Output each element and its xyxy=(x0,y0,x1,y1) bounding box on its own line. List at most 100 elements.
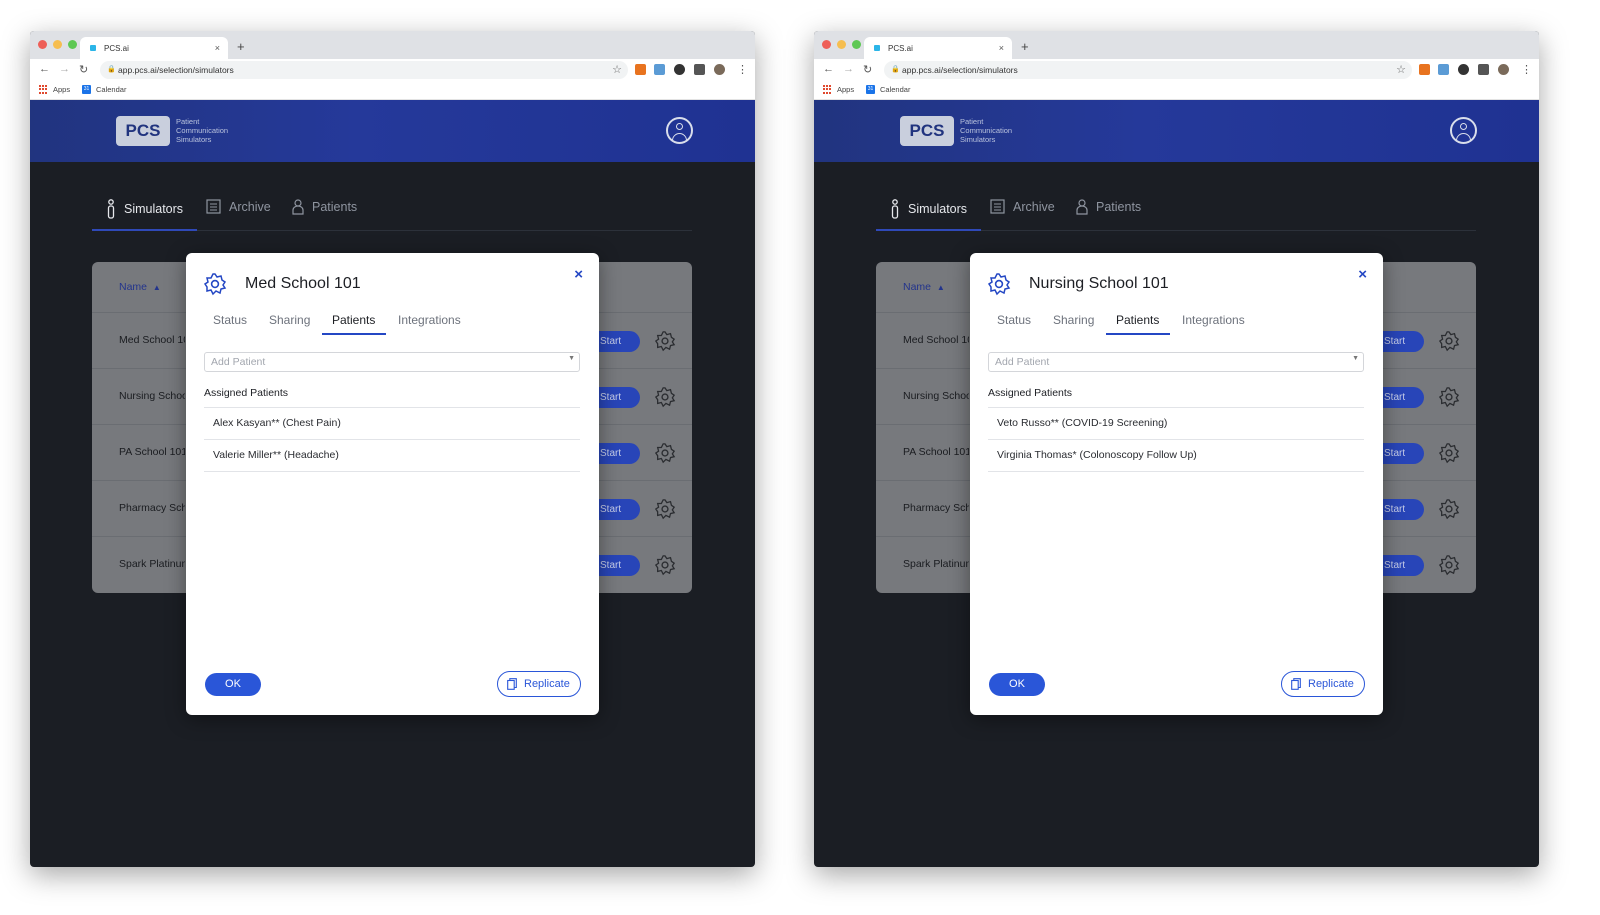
replicate-button[interactable]: Replicate xyxy=(1281,671,1365,697)
more-menu-icon[interactable]: ⋮ xyxy=(1521,63,1532,76)
profile-avatar[interactable] xyxy=(714,64,725,75)
new-tab-icon[interactable]: + xyxy=(1021,39,1029,54)
address-bar[interactable]: 🔒 app.pcs.ai/selection/simulators ☆ xyxy=(884,61,1412,79)
gear-icon[interactable] xyxy=(1438,442,1460,464)
bookmark-star-icon[interactable]: ☆ xyxy=(1396,63,1406,76)
browser-window-left: PCS.ai × + ← → ↻ 🔒 app.pcs.ai/selection/… xyxy=(30,31,755,867)
new-tab-icon[interactable]: + xyxy=(237,39,245,54)
forward-icon[interactable]: → xyxy=(843,63,854,75)
browser-tab-title: PCS.ai xyxy=(888,44,913,53)
tab-close-icon[interactable]: × xyxy=(999,43,1004,53)
person-icon xyxy=(891,199,899,219)
profile-avatar[interactable] xyxy=(1498,64,1509,75)
dropdown-caret-icon: ▼ xyxy=(568,355,575,362)
maximize-window-icon[interactable] xyxy=(852,40,861,49)
tab-integrations[interactable]: Integrations xyxy=(398,313,461,327)
dropdown-caret-icon: ▼ xyxy=(1352,355,1359,362)
extension-icon[interactable] xyxy=(635,64,646,75)
column-header-name[interactable]: Name ▲ xyxy=(903,281,945,293)
browser-tab[interactable]: PCS.ai × xyxy=(80,37,228,59)
tab-status[interactable]: Status xyxy=(213,313,247,327)
list-item[interactable]: Valerie Miller** (Headache) xyxy=(204,440,580,472)
minimize-window-icon[interactable] xyxy=(837,40,846,49)
tab-patients[interactable]: Patients xyxy=(332,313,375,327)
tab-close-icon[interactable]: × xyxy=(215,43,220,53)
pcs-logo[interactable]: PCS xyxy=(900,116,954,146)
nav-archive[interactable]: Archive xyxy=(206,199,271,214)
gear-icon[interactable] xyxy=(654,442,676,464)
bookmark-calendar[interactable]: 31 Calendar xyxy=(866,85,910,94)
bookmark-label: Apps xyxy=(837,85,855,94)
window-controls xyxy=(822,40,861,49)
bookmark-apps[interactable]: Apps xyxy=(823,85,854,94)
extension-icon[interactable] xyxy=(1438,64,1449,75)
ok-button[interactable]: OK xyxy=(205,673,261,696)
list-item[interactable]: Virginia Thomas* (Colonoscopy Follow Up) xyxy=(988,440,1364,472)
reload-icon[interactable]: ↻ xyxy=(863,63,872,76)
nav-patients[interactable]: Patients xyxy=(1076,199,1141,215)
account-icon[interactable] xyxy=(1450,117,1477,144)
pcs-logo[interactable]: PCS xyxy=(116,116,170,146)
nav-simulators[interactable]: Simulators xyxy=(890,199,967,219)
close-icon[interactable]: × xyxy=(1358,266,1367,283)
lock-icon: 🔒 xyxy=(891,66,900,73)
puzzle-icon[interactable] xyxy=(1478,64,1489,75)
simulator-name: Med School 101 xyxy=(903,334,969,346)
add-patient-select[interactable]: Add Patient ▼ xyxy=(204,352,580,372)
document-icon xyxy=(990,199,1005,214)
gear-icon[interactable] xyxy=(1438,554,1460,576)
close-window-icon[interactable] xyxy=(38,40,47,49)
nav-patients[interactable]: Patients xyxy=(292,199,357,215)
tab-sharing[interactable]: Sharing xyxy=(269,313,310,327)
modal-title: Nursing School 101 xyxy=(1029,275,1169,292)
reload-icon[interactable]: ↻ xyxy=(79,63,88,76)
gear-icon[interactable] xyxy=(1438,386,1460,408)
add-patient-select[interactable]: Add Patient ▼ xyxy=(988,352,1364,372)
back-icon[interactable]: ← xyxy=(823,63,834,75)
simulator-name: Spark Platinum xyxy=(903,558,969,570)
forward-icon[interactable]: → xyxy=(59,63,70,75)
more-menu-icon[interactable]: ⋮ xyxy=(737,63,748,76)
column-header-name[interactable]: Name ▲ xyxy=(119,281,161,293)
maximize-window-icon[interactable] xyxy=(68,40,77,49)
bookmark-apps[interactable]: Apps xyxy=(39,85,70,94)
extension-icon[interactable] xyxy=(674,64,685,75)
gear-icon[interactable] xyxy=(654,386,676,408)
browser-tab[interactable]: PCS.ai × xyxy=(864,37,1012,59)
tagline-line: Communication xyxy=(176,126,229,135)
bookmark-calendar[interactable]: 31 Calendar xyxy=(82,85,126,94)
extension-icon[interactable] xyxy=(654,64,665,75)
tab-status[interactable]: Status xyxy=(997,313,1031,327)
app-header: PCS Patient Communication Simulators xyxy=(30,100,755,162)
logo-tagline: Patient Communication Simulators xyxy=(960,117,1012,144)
address-url: app.pcs.ai/selection/simulators xyxy=(902,65,1018,75)
gear-icon[interactable] xyxy=(654,330,676,352)
tab-integrations[interactable]: Integrations xyxy=(1182,313,1245,327)
extension-icon[interactable] xyxy=(1419,64,1430,75)
modal-title: Med School 101 xyxy=(245,275,361,292)
gear-icon[interactable] xyxy=(654,498,676,520)
back-icon[interactable]: ← xyxy=(39,63,50,75)
gear-icon[interactable] xyxy=(1438,330,1460,352)
account-icon[interactable] xyxy=(666,117,693,144)
gear-icon[interactable] xyxy=(654,554,676,576)
gear-icon[interactable] xyxy=(1438,498,1460,520)
tab-patients[interactable]: Patients xyxy=(1116,313,1159,327)
nav-archive[interactable]: Archive xyxy=(990,199,1055,214)
tab-sharing[interactable]: Sharing xyxy=(1053,313,1094,327)
list-item[interactable]: Alex Kasyan** (Chest Pain) xyxy=(204,408,580,440)
add-patient-placeholder: Add Patient xyxy=(995,356,1050,368)
address-bar[interactable]: 🔒 app.pcs.ai/selection/simulators ☆ xyxy=(100,61,628,79)
bookmark-star-icon[interactable]: ☆ xyxy=(612,63,622,76)
ok-button[interactable]: OK xyxy=(989,673,1045,696)
logo-tagline: Patient Communication Simulators xyxy=(176,117,228,144)
replicate-label: Replicate xyxy=(524,678,570,690)
extension-icon[interactable] xyxy=(1458,64,1469,75)
puzzle-icon[interactable] xyxy=(694,64,705,75)
list-item[interactable]: Veto Russo** (COVID-19 Screening) xyxy=(988,408,1364,440)
minimize-window-icon[interactable] xyxy=(53,40,62,49)
close-icon[interactable]: × xyxy=(574,266,583,283)
replicate-button[interactable]: Replicate xyxy=(497,671,581,697)
nav-simulators[interactable]: Simulators xyxy=(106,199,183,219)
close-window-icon[interactable] xyxy=(822,40,831,49)
